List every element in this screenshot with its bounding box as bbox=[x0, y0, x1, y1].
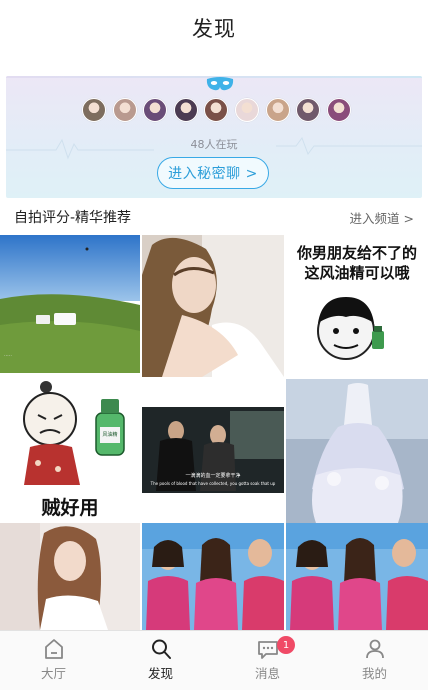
online-avatars bbox=[82, 98, 357, 122]
section-title: 自拍评分-精华推荐 bbox=[14, 210, 132, 226]
tab-lobby[interactable]: 大厅 bbox=[0, 631, 107, 690]
user-avatar bbox=[296, 98, 321, 122]
meme-oil-text: 你男朋友给不了的这风油精可以哦 bbox=[296, 244, 417, 282]
photo-grassland-cars[interactable]: ····· bbox=[0, 235, 140, 373]
message-badge: 1 bbox=[277, 636, 295, 654]
tab-mine[interactable]: 我的 bbox=[321, 631, 428, 690]
chat-icon bbox=[257, 641, 278, 659]
tab-messages-label: 消息 bbox=[254, 666, 280, 681]
tab-messages[interactable]: 消息 1 bbox=[214, 631, 321, 690]
movie-caption-en: The pools of blood that have collected, … bbox=[150, 481, 276, 486]
tab-mine-label: 我的 bbox=[361, 666, 387, 681]
bottom-tab-bar: 大厅 发现 消息 1 我的 bbox=[0, 630, 428, 690]
user-avatar bbox=[234, 98, 259, 122]
bottle-label: 风油精 bbox=[102, 432, 118, 438]
top-bar: 发现 bbox=[0, 0, 428, 56]
mask-icon bbox=[198, 76, 242, 100]
svg-text:·····: ····· bbox=[4, 353, 12, 359]
meme-good-text: 贼好用 bbox=[41, 497, 99, 519]
photo-group-selfie-1[interactable] bbox=[142, 523, 284, 630]
user-avatar bbox=[204, 98, 229, 122]
user-avatar bbox=[112, 98, 137, 122]
page-title: 发现 bbox=[192, 17, 236, 41]
tab-lobby-label: 大厅 bbox=[40, 666, 66, 681]
photo-group-selfie-2[interactable] bbox=[286, 523, 428, 630]
photo-white-dress-woman[interactable] bbox=[0, 523, 140, 630]
photo-movie-scene[interactable] bbox=[142, 379, 284, 521]
user-avatar bbox=[143, 98, 168, 122]
user-avatar bbox=[265, 98, 290, 122]
playing-count: 48人在玩 bbox=[190, 138, 238, 151]
user-avatar bbox=[326, 98, 351, 122]
enter-channel-link[interactable]: 进入频道 > bbox=[350, 208, 414, 227]
tab-discover-label: 发现 bbox=[147, 666, 173, 681]
section-header: 自拍评分-精华推荐 进入频道 > bbox=[0, 203, 428, 231]
enter-secret-chat-button[interactable]: 进入秘密聊 > bbox=[157, 157, 269, 189]
photo-ruffled-dress[interactable] bbox=[286, 379, 428, 523]
user-avatar bbox=[82, 98, 106, 122]
home-icon bbox=[44, 639, 63, 659]
tab-discover[interactable]: 发现 bbox=[107, 631, 214, 690]
person-icon bbox=[365, 639, 384, 659]
secret-chat-banner[interactable]: 48人在玩 进入秘密聊 > bbox=[6, 76, 422, 198]
movie-caption-cn: 一滴滴的血一定要拿干净 bbox=[185, 473, 241, 479]
user-avatar bbox=[173, 98, 198, 122]
photo-portrait-woman[interactable] bbox=[142, 235, 284, 377]
search-icon bbox=[151, 639, 171, 659]
photo-grid: ····· 你男朋友给不了的这风油精可以哦 贼好用 风油精 一滴滴的血一定要拿干… bbox=[0, 235, 428, 630]
